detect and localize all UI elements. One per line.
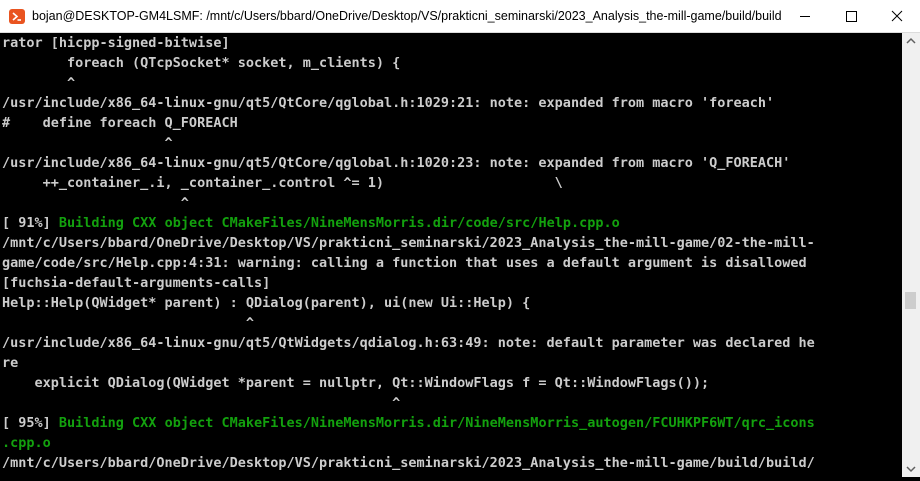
terminal-window: bojan@DESKTOP-GM4LSMF: /mnt/c/Users/bbar… (0, 0, 920, 477)
maximize-icon (846, 11, 857, 22)
scroll-thumb[interactable] (905, 292, 916, 309)
build-step-text: Building CXX object CMakeFiles/NineMensM… (58, 415, 815, 431)
terminal-line-text: /mnt/c/Users/bbard/OneDrive/Desktop/VS/p… (2, 235, 815, 251)
window-title: bojan@DESKTOP-GM4LSMF: /mnt/c/Users/bbar… (32, 9, 782, 23)
terminal-line: /mnt/c/Users/bbard/OneDrive/Desktop/VS/p… (2, 453, 815, 473)
terminal-line: /mnt/c/Users/bbard/OneDrive/Desktop/VS/p… (2, 233, 815, 253)
build-progress: [ 91%] (2, 215, 59, 231)
terminal-line: ^ (2, 133, 173, 153)
terminal-line: foreach (QTcpSocket* socket, m_clients) … (2, 53, 400, 73)
terminal-output[interactable]: rator [hicpp-signed-bitwise] foreach (QT… (0, 33, 902, 477)
terminal-line-text: foreach (QTcpSocket* socket, m_clients) … (2, 55, 401, 71)
terminal-line-text: /usr/include/x86_64-linux-gnu/qt5/QtCore… (2, 155, 791, 171)
terminal-line-text: Help::Help(QWidget* parent) : QDialog(pa… (2, 295, 531, 311)
terminal-line: [ 91%] Building CXX object CMakeFiles/Ni… (2, 213, 620, 233)
terminal-line: /usr/include/x86_64-linux-gnu/qt5/QtCore… (2, 153, 790, 173)
minimize-icon (800, 16, 810, 17)
terminal-line: ^ (2, 73, 75, 93)
terminal-line: ^ (2, 193, 189, 213)
terminal-line: ^ (2, 393, 400, 413)
close-icon (891, 10, 903, 22)
terminal-line-text: ^ (2, 135, 173, 151)
terminal-line-text: re (2, 355, 19, 371)
minimize-button[interactable] (782, 0, 828, 32)
terminal-line: re (2, 353, 18, 373)
terminal-line: [ 95%] Building CXX object CMakeFiles/Ni… (2, 413, 815, 433)
terminal-line: Help::Help(QWidget* parent) : QDialog(pa… (2, 293, 530, 313)
terminal-line-text: ^ (2, 395, 401, 411)
terminal-line: ++_container_.i, _container_.control ^= … (2, 173, 563, 193)
scroll-down-arrow-icon (906, 466, 916, 473)
terminal-line-text: ++_container_.i, _container_.control ^= … (2, 175, 563, 191)
terminal-line: explicit QDialog(QWidget *parent = nullp… (2, 373, 710, 393)
maximize-button[interactable] (828, 0, 874, 32)
terminal-line: [fuchsia-default-arguments-calls] (2, 273, 270, 293)
terminal-line-text: ^ (2, 75, 76, 91)
terminal-line-text: rator [hicpp-signed-bitwise] (2, 35, 230, 51)
terminal-line: ^ (2, 313, 254, 333)
terminal-line: rator [hicpp-signed-bitwise] (2, 33, 230, 53)
terminal-line-text: /usr/include/x86_64-linux-gnu/qt5/QtWidg… (2, 335, 815, 351)
scroll-down-button[interactable] (902, 460, 920, 477)
build-progress: [ 95%] (2, 415, 59, 431)
terminal-line: /usr/include/x86_64-linux-gnu/qt5/QtWidg… (2, 333, 815, 353)
title-bar[interactable]: bojan@DESKTOP-GM4LSMF: /mnt/c/Users/bbar… (0, 0, 920, 33)
build-step-text: Building CXX object CMakeFiles/NineMensM… (58, 215, 620, 231)
vertical-scrollbar[interactable] (902, 33, 920, 477)
terminal-line-text: ^ (2, 195, 189, 211)
terminal-line-text: /mnt/c/Users/bbard/OneDrive/Desktop/VS/p… (2, 455, 815, 471)
terminal-line-text: [fuchsia-default-arguments-calls] (2, 275, 271, 291)
build-step-text: .cpp.o (2, 435, 51, 451)
terminal-line-text: explicit QDialog(QWidget *parent = nullp… (2, 375, 710, 391)
ubuntu-terminal-icon[interactable] (9, 9, 25, 24)
close-button[interactable] (874, 0, 920, 32)
terminal-line-text: /usr/include/x86_64-linux-gnu/qt5/QtCore… (2, 95, 775, 111)
terminal-line: # define foreach Q_FOREACH (2, 113, 238, 133)
terminal-line: .cpp.o (2, 433, 51, 453)
terminal-line-text: ^ (2, 315, 254, 331)
terminal-line-text: game/code/src/Help.cpp:4:31: warning: ca… (2, 255, 807, 271)
terminal-line: game/code/src/Help.cpp:4:31: warning: ca… (2, 253, 807, 273)
terminal-line-text: # define foreach Q_FOREACH (2, 115, 238, 131)
scroll-up-arrow-icon (906, 37, 916, 44)
scroll-up-button[interactable] (902, 33, 920, 50)
terminal-line: /usr/include/x86_64-linux-gnu/qt5/QtCore… (2, 93, 774, 113)
